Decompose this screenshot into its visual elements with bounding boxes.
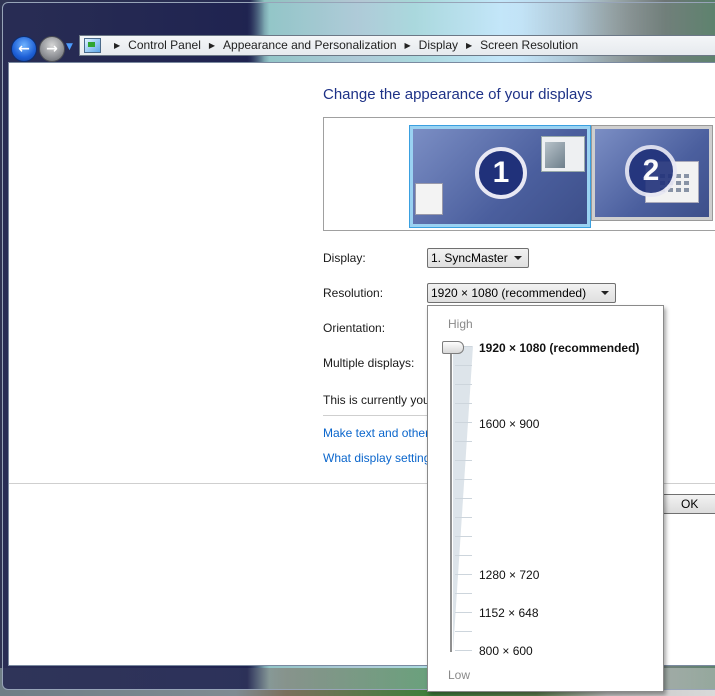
back-arrow-icon: ← (18, 41, 30, 57)
slider-tick (455, 403, 472, 404)
slider-tick (455, 498, 472, 499)
resolution-dropdown: High 1920 × 1080 (recommended) 1600 × 90… (427, 305, 664, 692)
display-select-value: 1. SyncMaster (431, 251, 508, 265)
high-label: High (448, 317, 473, 331)
breadcrumb-separator-icon[interactable]: ▶ (209, 41, 215, 50)
resolution-option[interactable]: 1600 × 900 (479, 417, 539, 431)
window-thumbnail-icon (541, 136, 585, 172)
slider-tick (455, 536, 472, 537)
resolution-slider-thumb[interactable] (442, 341, 464, 354)
slider-range-wedge (453, 346, 473, 652)
resolution-option[interactable]: 1920 × 1080 (recommended) (479, 341, 639, 355)
slider-tick (455, 612, 472, 613)
display-settings-help-link[interactable]: What display setting (323, 451, 430, 465)
slider-tick (455, 555, 472, 556)
recent-pages-button[interactable]: ▼ (66, 42, 73, 52)
dropdown-arrow-icon (514, 256, 522, 260)
address-bar[interactable]: ▶ Control Panel ▶ Appearance and Personaliz… (79, 35, 715, 56)
slider-tick (455, 517, 472, 518)
resolution-select[interactable]: 1920 × 1080 (recommended) (427, 283, 616, 303)
dropdown-arrow-icon (601, 291, 609, 295)
slider-tick (455, 650, 472, 651)
forward-arrow-icon: → (46, 41, 58, 57)
slider-track[interactable] (450, 346, 452, 652)
display-select[interactable]: 1. SyncMaster (427, 248, 529, 268)
resolution-option[interactable]: 800 × 600 (479, 644, 533, 658)
monitor-number-badge: 2 (625, 145, 677, 197)
breadcrumb-separator-icon[interactable]: ▶ (114, 41, 120, 50)
slider-tick (455, 422, 472, 423)
breadcrumb-control-panel[interactable]: Control Panel (128, 38, 201, 52)
forward-button[interactable]: → (39, 36, 65, 62)
text-size-link[interactable]: Make text and other (323, 426, 429, 440)
slider-tick (455, 631, 472, 632)
slider-tick (455, 460, 472, 461)
slider-tick (455, 384, 472, 385)
status-text: This is currently you (323, 393, 430, 407)
chevron-down-icon: ▼ (66, 42, 73, 52)
breadcrumb-appearance[interactable]: Appearance and Personalization (223, 38, 396, 52)
breadcrumb-screen-resolution[interactable]: Screen Resolution (480, 38, 578, 52)
monitor-1[interactable]: 1 (410, 126, 590, 227)
page-title: Change the appearance of your displays (323, 86, 593, 103)
multiple-displays-label: Multiple displays: (323, 356, 415, 370)
resolution-select-value: 1920 × 1080 (recommended) (431, 286, 587, 300)
breadcrumb-display[interactable]: Display (419, 38, 458, 52)
breadcrumb: ▶ Control Panel ▶ Appearance and Personaliz… (106, 38, 578, 52)
document-thumbnail-icon (415, 183, 443, 215)
display-label: Display: (323, 251, 366, 265)
back-button[interactable]: ← (11, 36, 37, 62)
low-label: Low (448, 668, 471, 682)
monitor-arrangement: 1 2 (323, 117, 715, 231)
ok-button[interactable]: OK (661, 494, 715, 514)
orientation-label: Orientation: (323, 321, 386, 335)
resolution-option[interactable]: 1152 × 648 (479, 606, 539, 620)
breadcrumb-separator-icon[interactable]: ▶ (405, 41, 411, 50)
control-panel-icon (84, 38, 101, 53)
breadcrumb-separator-icon[interactable]: ▶ (466, 41, 472, 50)
slider-tick (455, 593, 472, 594)
monitor-2[interactable]: 2 (592, 126, 712, 220)
slider-tick (455, 479, 472, 480)
slider-tick (455, 441, 472, 442)
monitor-number-badge: 1 (475, 147, 527, 199)
slider-tick (455, 365, 472, 366)
divider (323, 415, 433, 416)
resolution-option[interactable]: 1280 × 720 (479, 568, 539, 582)
resolution-label: Resolution: (323, 286, 384, 300)
slider-tick (455, 574, 472, 575)
